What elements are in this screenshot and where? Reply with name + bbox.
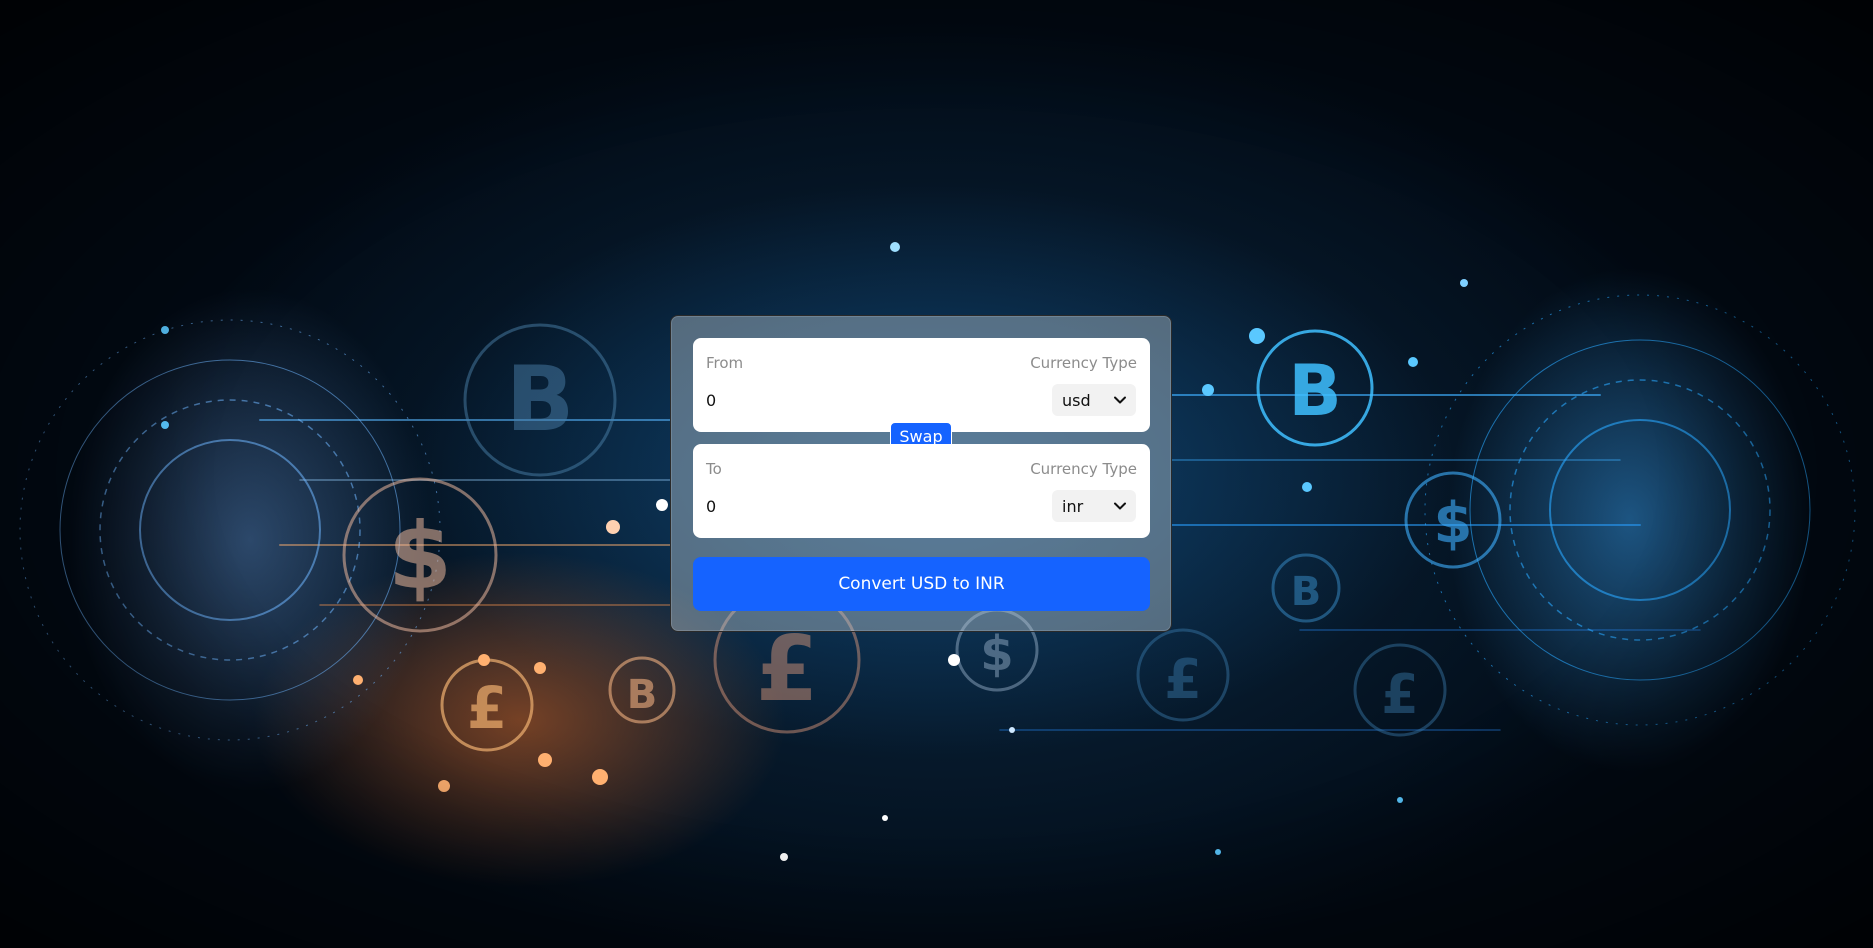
from-panel: From Currency Type usd [693, 338, 1150, 432]
from-currency-type-label: Currency Type [1030, 354, 1137, 372]
to-currency-select[interactable]: inr [1052, 490, 1136, 522]
from-label: From [706, 354, 744, 372]
converter-card: From Currency Type usd Swap To Currency … [670, 315, 1172, 632]
to-currency-value: inr [1062, 497, 1084, 516]
from-currency-value: usd [1062, 391, 1091, 410]
to-amount-input[interactable] [706, 494, 1006, 518]
from-amount-input[interactable] [706, 388, 1006, 412]
to-currency-type-label: Currency Type [1030, 460, 1137, 478]
to-label: To [706, 460, 722, 478]
convert-button[interactable]: Convert USD to INR [693, 557, 1150, 611]
from-currency-select[interactable]: usd [1052, 384, 1136, 416]
to-panel: To Currency Type inr [693, 444, 1150, 538]
chevron-down-icon [1114, 502, 1126, 510]
chevron-down-icon [1114, 396, 1126, 404]
